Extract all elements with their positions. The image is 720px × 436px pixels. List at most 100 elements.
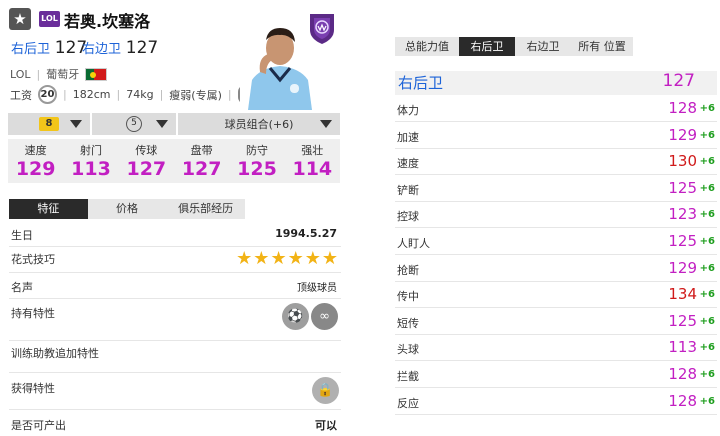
stat-label: 铲断 [397, 183, 419, 197]
position-value: 127 [125, 38, 159, 58]
season-badge: LOL [39, 11, 60, 27]
skill-moves-row: 花式技巧 ★★★★★★ [9, 248, 341, 273]
favorite-star-button[interactable]: ★ [9, 8, 31, 30]
position-tabs: 总能力值 右后卫 右边卫 所有 位置 [395, 37, 633, 56]
stat-value: 128 [668, 391, 697, 410]
stat-row: 体力 128 +6 [395, 97, 717, 122]
tab-rwb[interactable]: 右边卫 [515, 37, 571, 56]
selected-position-value: 127 [662, 71, 695, 91]
stat-value: 128 [668, 365, 697, 383]
stat-value: 113 [668, 338, 697, 357]
player-physical-info: 工资 20 | 182cm | 74kg | 瘦弱(专属) | 4 5 [10, 85, 267, 104]
position-rating-primary: 右后卫 127 [11, 38, 87, 58]
stat-value: 125 [668, 178, 697, 197]
stat-row: 传中 134 +6 [395, 283, 717, 309]
fame-row: 名声 顶级球员 [9, 279, 341, 299]
tab-traits[interactable]: 特征 [9, 199, 88, 219]
tab-overall[interactable]: 总能力值 [395, 37, 459, 56]
stat-label: 体力 [397, 104, 419, 117]
stat-bonus: +6 [699, 103, 715, 114]
stat-value: 130 [668, 152, 697, 171]
chevron-down-icon [156, 120, 168, 128]
stat-label: 短传 [397, 316, 419, 330]
weight: 74kg [126, 88, 154, 101]
training-traits-row: 训练助教追加特性 [9, 345, 341, 373]
season-text: LOL [10, 67, 31, 81]
stat-row: 拦截 128 +6 [395, 363, 717, 388]
level-select[interactable]: 8 [8, 113, 90, 135]
stat-label: 拦截 [397, 370, 419, 383]
stat-bonus: +6 [699, 236, 715, 247]
stat-row: 速度 130 +6 [395, 150, 717, 176]
owned-traits-row: 持有特性 ⚽ ∞ [9, 303, 341, 341]
stat-value: 129 [668, 125, 697, 144]
acquired-traits-label: 获得特性 [11, 382, 55, 395]
player-name: 若奥.坎塞洛 [64, 12, 151, 31]
attribute-cell: 速度 129 [15, 144, 56, 180]
enhancement-select[interactable]: 5 [92, 113, 176, 135]
trait-icon[interactable]: ⚽ [282, 303, 309, 330]
stat-label: 速度 [397, 157, 419, 171]
stat-label: 控球 [397, 210, 419, 224]
chevron-down-icon [70, 120, 82, 128]
info-tabs: 特征 价格 俱乐部经历 [9, 199, 246, 219]
stat-row: 反应 128 +6 [395, 390, 717, 415]
salary-value: 20 [38, 85, 57, 104]
stat-value: 125 [668, 232, 697, 250]
tab-price[interactable]: 价格 [87, 199, 167, 219]
tab-all-positions[interactable]: 所有 位置 [571, 37, 633, 56]
position-rating-secondary: 右边卫 127 [82, 38, 158, 58]
attribute-cell: 射门 113 [71, 144, 111, 180]
stat-bonus: +6 [699, 129, 715, 141]
stat-label: 反应 [397, 396, 419, 410]
stat-row: 抢断 129 +6 [395, 257, 717, 282]
stat-bonus: +6 [699, 182, 715, 194]
stat-bonus: +6 [699, 156, 715, 168]
stat-bonus: +6 [699, 369, 715, 380]
producible-value: 可以 [315, 419, 337, 432]
body-type: 瘦弱(专属) [169, 88, 222, 102]
birthday-label: 生日 [11, 229, 33, 242]
skill-stars-icon: ★★★★★★ [236, 248, 339, 269]
acquired-traits-row: 获得特性 🔒 [9, 377, 341, 410]
attribute-cell: 盘带 127 [181, 144, 222, 180]
position-label: 右边卫 [82, 42, 122, 57]
stat-row: 人盯人 125 +6 [395, 230, 717, 255]
selected-position-label: 右后卫 [398, 74, 444, 92]
lock-icon[interactable]: 🔒 [312, 377, 339, 404]
producible-row: 是否可产出 可以 [9, 417, 341, 435]
stat-bonus: +6 [699, 395, 715, 407]
chevron-down-icon [320, 120, 332, 128]
team-combo-select[interactable]: 球员组合(+6) [178, 113, 340, 135]
trait-icon[interactable]: ∞ [311, 303, 338, 330]
attribute-cell: 强壮 114 [292, 144, 333, 180]
birthday-row: 生日 1994.5.27 [9, 227, 341, 247]
stat-value: 134 [668, 285, 697, 304]
stat-value: 128 [668, 99, 697, 117]
stat-row: 头球 113 +6 [395, 336, 717, 362]
owned-traits-label: 持有特性 [11, 307, 55, 320]
portugal-flag-icon [85, 67, 108, 81]
tab-club-history[interactable]: 俱乐部经历 [166, 199, 246, 219]
nationality: 葡萄牙 [46, 68, 80, 81]
salary-label: 工资 [10, 88, 32, 102]
stat-label: 人盯人 [397, 237, 430, 250]
birthday-value: 1994.5.27 [275, 227, 337, 240]
level-value: 8 [39, 117, 59, 131]
card-controls: 8 5 球员组合(+6) [8, 113, 340, 135]
position-label: 右后卫 [11, 42, 51, 57]
fame-value: 顶级球员 [297, 283, 337, 294]
producible-label: 是否可产出 [11, 419, 66, 432]
stat-value: 123 [668, 205, 697, 224]
stat-bonus: +6 [699, 315, 715, 327]
stat-bonus: +6 [699, 342, 715, 354]
tab-rb[interactable]: 右后卫 [459, 37, 515, 56]
attribute-cell: 传球 127 [126, 144, 167, 180]
stat-row: 加速 129 +6 [395, 124, 717, 149]
stat-label: 加速 [397, 130, 419, 144]
player-origin: LOL | 葡萄牙 [10, 66, 108, 82]
stat-label: 头球 [397, 343, 419, 357]
attribute-summary: 速度 129 射门 113 传球 127 盘带 127 防守 125 强壮 114 [8, 139, 340, 183]
team-combo-label: 球员组合(+6) [224, 118, 294, 131]
stat-bonus: +6 [699, 262, 715, 274]
